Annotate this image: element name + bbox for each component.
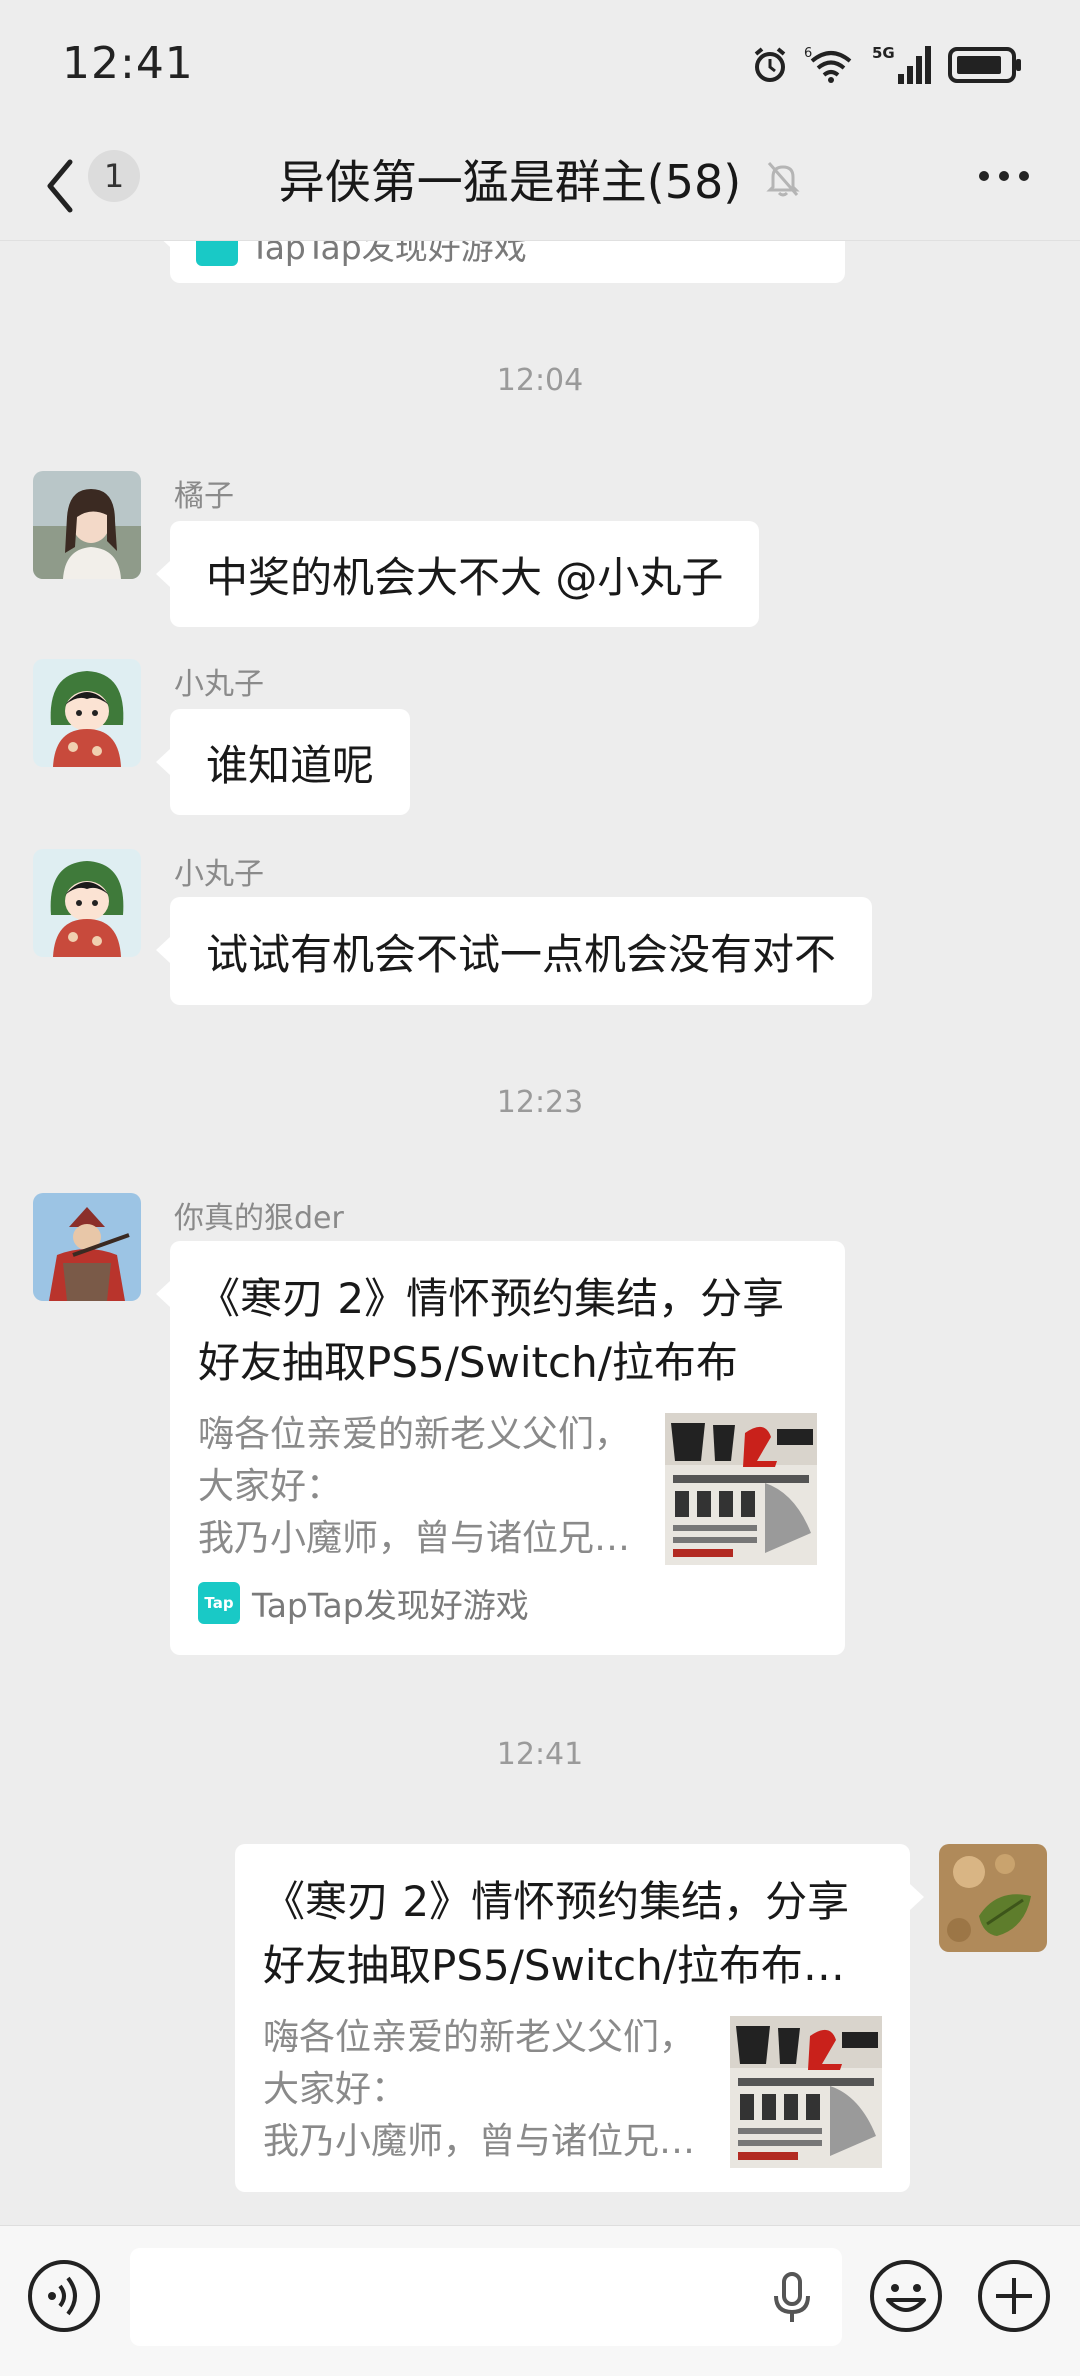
emoji-icon[interactable] [868,2258,944,2334]
bell-off-icon [766,162,800,197]
card-body: 嗨各位亲爱的新老义父们， 大家好： 我乃小魔师，曾与诸位兄… [263,2012,882,2168]
message-input[interactable] [130,2248,842,2346]
chat-area[interactable]: TapTap发现好游戏 12:04 橘子 中奖的机会大不大 @小丸子 小丸子 谁… [0,241,1080,2225]
taptap-logo-icon [196,241,238,266]
message-bubble[interactable]: 试试有机会不试一点机会没有对不 [155,897,873,1005]
game-poster-thumbnail [730,2016,882,2168]
card-description: 嗨各位亲爱的新老义父们， 大家好： 我乃小魔师，曾与诸位兄… [198,1414,631,1559]
timestamp: 12:41 [496,1737,584,1772]
timestamp: 12:04 [496,363,584,398]
card-source-label: TapTap发现好游戏 [250,241,527,267]
plus-icon[interactable] [976,2258,1052,2334]
page-title: 异侠第一猛是群主(58) [0,146,1080,212]
alarm-icon [754,47,786,82]
sender-name: 橘子 [174,479,234,514]
cellular-signal-icon: 5G [872,44,931,84]
card-source-label: TapTap发现好游戏 [252,1586,529,1625]
avatar[interactable] [33,1193,141,1301]
card-body: 嗨各位亲爱的新老义父们， 大家好： 我乃小魔师，曾与诸位兄… [198,1409,817,1565]
wifi-superscript: 6 [804,46,812,61]
message-bubble[interactable]: 谁知道呢 [155,709,411,815]
sender-name: 小丸子 [174,667,264,702]
voice-icon[interactable] [26,2258,102,2334]
card-title: 《寒刃 2》情怀预约集结，分享 好友抽取PS5/Switch/拉布布 [198,1274,785,1387]
card-source: TapTap发现好游戏 [196,241,819,269]
avatar[interactable] [33,659,141,767]
avatar[interactable] [33,849,141,957]
sender-name: 小丸子 [174,857,264,892]
wifi-icon: 6 [804,46,852,83]
sender-name: 你真的狠der [174,1201,344,1236]
card-description: 嗨各位亲爱的新老义父们， 大家好： 我乃小魔师，曾与诸位兄… [263,2017,696,2162]
status-bar: 12:41 6 5G [0,0,1080,130]
shared-link-card[interactable]: 《寒刃 2》情怀预约集结，分享 好友抽取PS5/Switch/拉布布 嗨各位亲爱… [156,1241,845,1655]
timestamp: 12:23 [496,1085,584,1120]
battery-icon [948,47,1021,83]
message-composer [0,2225,1080,2376]
avatar-self[interactable] [939,1844,1047,1952]
more-dots-icon[interactable] [976,166,1032,186]
card-title: 《寒刃 2》情怀预约集结，分享 好友抽取PS5/Switch/拉布布… [263,1877,850,1990]
microphone-icon[interactable] [772,2272,812,2324]
network-label: 5G [872,44,895,62]
taptap-logo-icon: Tap [198,1582,240,1624]
status-time: 12:41 [62,38,194,89]
game-poster-thumbnail [665,1413,817,1565]
message-bubble[interactable]: 中奖的机会大不大 @小丸子 [155,521,760,627]
status-icons: 6 5G [750,40,1024,90]
avatar[interactable] [33,471,141,579]
shared-link-card[interactable]: 《寒刃 2》情怀预约集结，分享 好友抽取PS5/Switch/拉布布… 嗨各位亲… [235,1844,924,2192]
group-name: 异侠第一猛是群主(58) [278,155,742,209]
shared-link-card-partial[interactable]: TapTap发现好游戏 [156,241,845,283]
card-source: Tap TapTap发现好游戏 [198,1579,817,1627]
